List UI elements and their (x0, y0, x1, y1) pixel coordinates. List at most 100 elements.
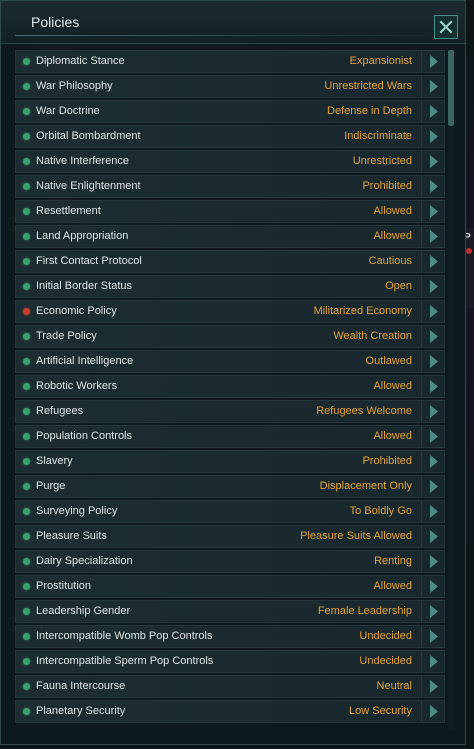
policy-row[interactable]: Refugees Refugees Welcome (15, 400, 445, 423)
policy-expand-button[interactable] (421, 676, 444, 697)
policy-expand-button[interactable] (421, 451, 444, 472)
policy-row[interactable]: Trade Policy Wealth Creation (15, 325, 445, 348)
chevron-right-icon (429, 55, 438, 68)
policy-expand-button[interactable] (421, 226, 444, 247)
policy-expand-button[interactable] (421, 651, 444, 672)
policy-row[interactable]: Initial Border Status Open (15, 275, 445, 298)
policy-expand-button[interactable] (421, 351, 444, 372)
policy-value: Neutral (376, 680, 412, 692)
policy-expand-button[interactable] (421, 201, 444, 222)
policy-row[interactable]: Planetary Security Low Security (15, 700, 445, 723)
policy-value: Militarized Economy (313, 305, 412, 317)
policy-expand-button[interactable] (421, 301, 444, 322)
policy-status-icon (23, 283, 30, 290)
policy-expand-button[interactable] (421, 401, 444, 422)
policy-row[interactable]: Robotic Workers Allowed (15, 375, 445, 398)
policy-name: First Contact Protocol (36, 255, 142, 267)
policy-row[interactable]: War Doctrine Defense in Depth (15, 100, 445, 123)
policy-row[interactable]: Economic Policy Militarized Economy (15, 300, 445, 323)
policy-name: Population Controls (36, 430, 133, 442)
policy-expand-button[interactable] (421, 701, 444, 722)
policy-status-icon (23, 458, 30, 465)
policy-expand-button[interactable] (421, 176, 444, 197)
policy-row[interactable]: Fauna Intercourse Neutral (15, 675, 445, 698)
policy-expand-button[interactable] (421, 376, 444, 397)
policy-name: Prostitution (36, 580, 92, 592)
policy-expand-button[interactable] (421, 126, 444, 147)
window-title: Policies (31, 14, 80, 30)
scrollbar[interactable] (448, 50, 454, 730)
policy-expand-button[interactable] (421, 476, 444, 497)
policy-name: Artificial Intelligence (36, 355, 134, 367)
policy-expand-button[interactable] (421, 526, 444, 547)
policy-expand-button[interactable] (421, 251, 444, 272)
policy-status-icon (23, 133, 30, 140)
policy-name: Leadership Gender (36, 605, 131, 617)
chevron-right-icon (429, 530, 438, 543)
policy-row[interactable]: Native Enlightenment Prohibited (15, 175, 445, 198)
chevron-right-icon (429, 280, 438, 293)
policy-row[interactable]: Land Appropriation Allowed (15, 225, 445, 248)
policy-expand-button[interactable] (421, 601, 444, 622)
policy-row[interactable]: Diplomatic Stance Expansionist (15, 50, 445, 73)
policy-row[interactable]: Population Controls Allowed (15, 425, 445, 448)
scrollbar-thumb[interactable] (448, 50, 454, 126)
chevron-right-icon (429, 105, 438, 118)
close-icon (439, 20, 453, 34)
policy-row[interactable]: War Philosophy Unrestricted Wars (15, 75, 445, 98)
policy-row[interactable]: Resettlement Allowed (15, 200, 445, 223)
policy-row[interactable]: Slavery Prohibited (15, 450, 445, 473)
close-button[interactable] (434, 15, 458, 39)
policy-expand-button[interactable] (421, 626, 444, 647)
policy-row[interactable]: Prostitution Allowed (15, 575, 445, 598)
policy-row[interactable]: Intercompatible Sperm Pop Controls Undeci… (15, 650, 445, 673)
chevron-right-icon (429, 455, 438, 468)
chevron-right-icon (429, 305, 438, 318)
policy-name: Surveying Policy (36, 505, 118, 517)
policy-row[interactable]: Surveying Policy To Boldly Go (15, 500, 445, 523)
window-header: Policies (1, 1, 465, 44)
policy-status-icon (23, 333, 30, 340)
chevron-right-icon (429, 255, 438, 268)
policy-value: Prohibited (362, 180, 412, 192)
policy-expand-button[interactable] (421, 276, 444, 297)
policy-row[interactable]: Artificial Intelligence Outlawed (15, 350, 445, 373)
policy-row[interactable]: Orbital Bombardment Indiscriminate (15, 125, 445, 148)
policy-row[interactable]: Pleasure Suits Pleasure Suits Allowed (15, 525, 445, 548)
policy-expand-button[interactable] (421, 151, 444, 172)
policy-name: Intercompatible Sperm Pop Controls (36, 655, 214, 667)
policy-value: Undecided (359, 655, 412, 667)
policy-name: Fauna Intercourse (36, 680, 126, 692)
policy-value: Renting (374, 555, 412, 567)
policy-expand-button[interactable] (421, 326, 444, 347)
policy-status-icon (23, 708, 30, 715)
policy-name: Dairy Specialization (36, 555, 133, 567)
policy-name: Robotic Workers (36, 380, 118, 392)
policy-status-icon (23, 308, 30, 315)
policy-status-icon (23, 608, 30, 615)
policy-row[interactable]: Native Interference Unrestricted (15, 150, 445, 173)
policy-value: Female Leadership (317, 605, 412, 617)
chevron-right-icon (429, 480, 438, 493)
policy-expand-button[interactable] (421, 51, 444, 72)
policy-expand-button[interactable] (421, 76, 444, 97)
policy-row[interactable]: Dairy Specialization Renting (15, 550, 445, 573)
policy-status-icon (23, 433, 30, 440)
policy-expand-button[interactable] (421, 501, 444, 522)
policy-row[interactable]: Intercompatible Womb Pop Controls Undecid… (15, 625, 445, 648)
policy-value: Defense in Depth (327, 105, 412, 117)
policy-expand-button[interactable] (421, 576, 444, 597)
policy-expand-button[interactable] (421, 426, 444, 447)
chevron-right-icon (429, 355, 438, 368)
policy-value: Cautious (368, 255, 412, 267)
policy-row[interactable]: First Contact Protocol Cautious (15, 250, 445, 273)
policy-row[interactable]: Leadership Gender Female Leadership (15, 600, 445, 623)
policy-value: Prohibited (362, 455, 412, 467)
policy-expand-button[interactable] (421, 101, 444, 122)
policy-name: Planetary Security (36, 705, 126, 717)
chevron-right-icon (429, 555, 438, 568)
policy-name: Initial Border Status (36, 280, 132, 292)
policy-row[interactable]: Purge Displacement Only (15, 475, 445, 498)
policy-expand-button[interactable] (421, 551, 444, 572)
policy-status-icon (23, 108, 30, 115)
